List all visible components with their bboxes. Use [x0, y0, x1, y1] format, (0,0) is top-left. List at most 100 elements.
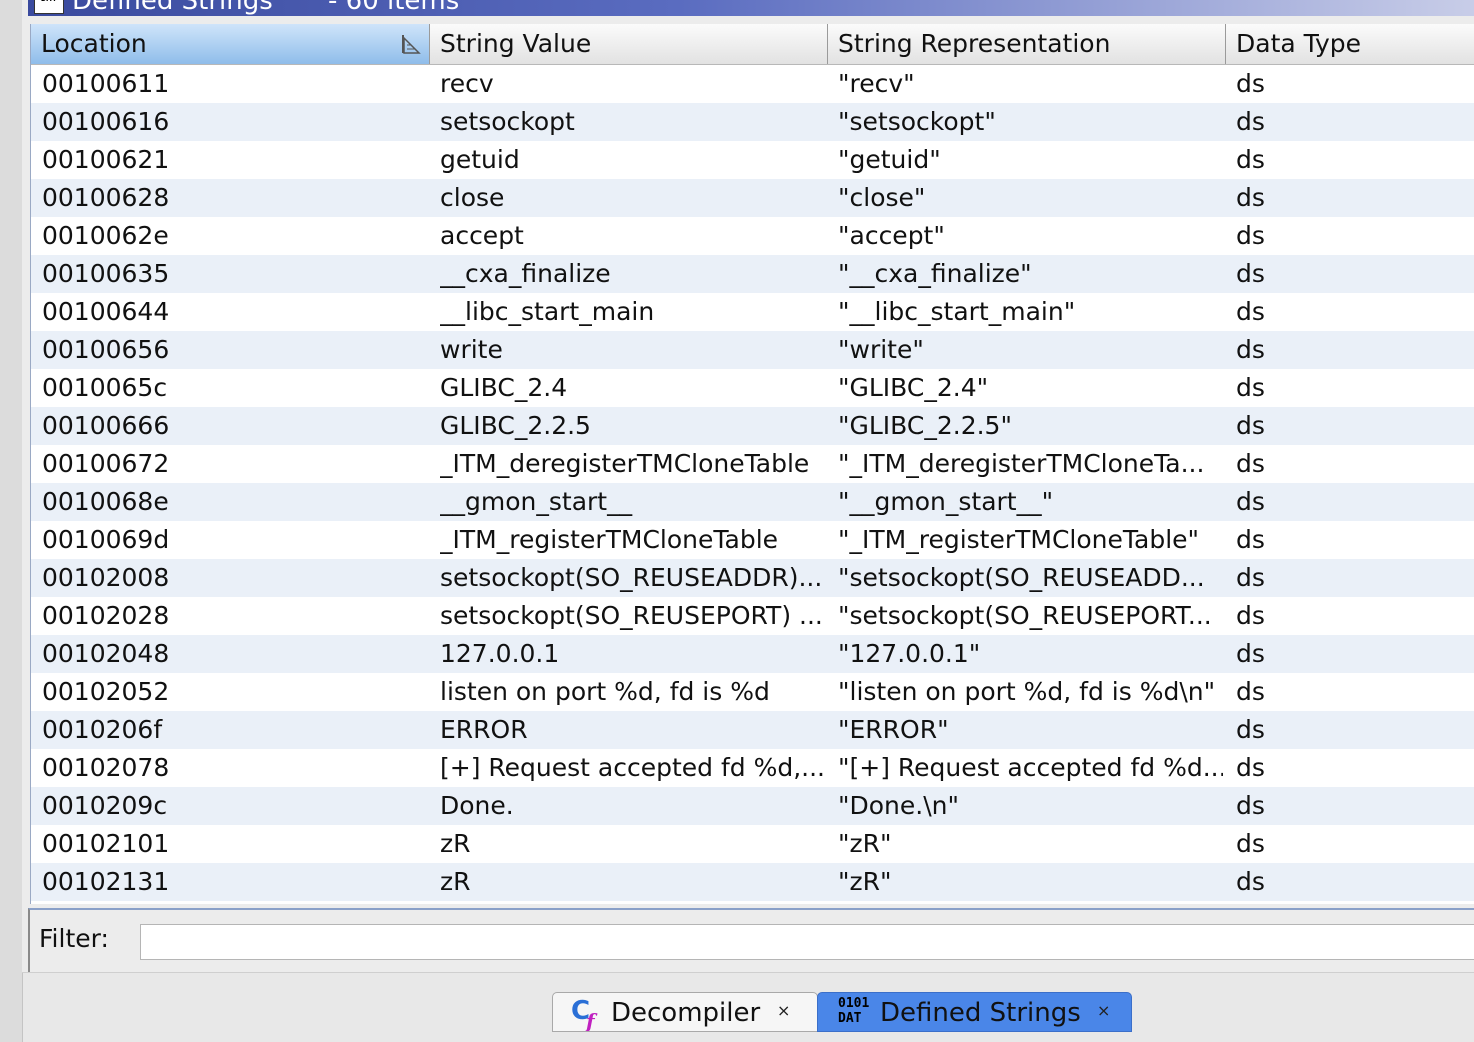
tab-decompiler[interactable]: C f Decompiler × — [552, 992, 818, 1032]
table-row[interactable]: 00100656 write "write" ds — [31, 331, 1474, 369]
svg-text:f: f — [584, 1009, 598, 1031]
cell-string-value: GLIBC_2.2.5 — [440, 411, 591, 440]
cell-data-type: ds — [1236, 639, 1265, 668]
cell-data-type: ds — [1236, 791, 1265, 820]
cell-data-type: ds — [1236, 563, 1265, 592]
table-row[interactable]: 0010062e accept "accept" ds — [31, 217, 1474, 255]
cell-location: 00102048 — [42, 639, 170, 668]
cell-location: 00100611 — [42, 69, 170, 98]
cell-data-type: ds — [1236, 373, 1265, 402]
table-row[interactable]: 00102028 setsockopt(SO_REUSEPORT) ... "set… — [31, 597, 1474, 635]
cell-data-type: ds — [1236, 297, 1265, 326]
column-header-data-type[interactable]: Data Type — [1226, 24, 1474, 64]
cell-string-value: [+] Request accepted fd %d,... — [440, 753, 825, 782]
column-header-string-value[interactable]: String Value — [430, 24, 828, 64]
cell-string-value: 127.0.0.1 — [440, 639, 560, 668]
cell-string-representation: "zR" — [838, 867, 892, 896]
tab-label: Decompiler — [611, 998, 761, 1028]
cell-string-value: setsockopt(SO_REUSEPORT) ... — [440, 601, 823, 630]
cell-string-value: __cxa_finalize — [440, 259, 611, 288]
cell-data-type: ds — [1236, 107, 1265, 136]
cell-string-representation: "127.0.0.1" — [838, 639, 981, 668]
panel-title-bar[interactable]: DAT Defined Strings - 60 items — [28, 0, 1474, 16]
table-row[interactable]: 00102131 zR "zR" ds — [31, 863, 1474, 901]
cell-string-representation: "close" — [838, 183, 926, 212]
dat-icon: 0101 DAT — [838, 996, 870, 1026]
cell-location: 0010065c — [42, 373, 168, 402]
cell-location: 00100616 — [42, 107, 170, 136]
table-row[interactable]: 0010209c Done. "Done.\n" ds — [31, 787, 1474, 825]
cell-location: 0010206f — [42, 715, 163, 744]
cell-string-value: write — [440, 335, 503, 364]
table-row[interactable]: 00100672 _ITM_deregisterTMCloneTable "_ITM… — [31, 445, 1474, 483]
cell-string-representation: "GLIBC_2.2.5" — [838, 411, 1012, 440]
cell-data-type: ds — [1236, 69, 1265, 98]
cell-data-type: ds — [1236, 601, 1265, 630]
close-icon[interactable]: × — [777, 997, 790, 1025]
table-row[interactable]: 00102052 listen on port %d, fd is %d "list… — [31, 673, 1474, 711]
table-row[interactable]: 00102078 [+] Request accepted fd %d,... "[… — [31, 749, 1474, 787]
cell-data-type: ds — [1236, 525, 1265, 554]
cell-data-type: ds — [1236, 487, 1265, 516]
cell-string-representation: "recv" — [838, 69, 915, 98]
table-row[interactable]: 00100644 __libc_start_main "__libc_start_m… — [31, 293, 1474, 331]
sort-ascending-icon[interactable] — [399, 33, 421, 55]
cell-location: 00102101 — [42, 829, 170, 858]
cell-string-value: __gmon_start__ — [440, 487, 633, 516]
table-row[interactable]: 00100628 close "close" ds — [31, 179, 1474, 217]
column-header-label: Location — [41, 29, 147, 58]
tab-defined-strings[interactable]: 0101 DAT Defined Strings × — [817, 992, 1132, 1032]
cell-location: 0010069d — [42, 525, 170, 554]
column-header-string-representation[interactable]: String Representation — [828, 24, 1226, 64]
cell-data-type: ds — [1236, 753, 1265, 782]
table-row[interactable]: 00100666 GLIBC_2.2.5 "GLIBC_2.2.5" ds — [31, 407, 1474, 445]
column-header-location[interactable]: Location — [31, 24, 430, 64]
cell-location: 00100672 — [42, 449, 170, 478]
cell-data-type: ds — [1236, 829, 1265, 858]
cell-string-value: zR — [440, 867, 471, 896]
cell-data-type: ds — [1236, 335, 1265, 364]
cell-location: 0010062e — [42, 221, 169, 250]
column-header-label: String Representation — [838, 29, 1111, 58]
table-row[interactable]: 00100616 setsockopt "setsockopt" ds — [31, 103, 1474, 141]
table-row[interactable]: 00102008 setsockopt(SO_REUSEADDR)... "sets… — [31, 559, 1474, 597]
table-row[interactable]: 00100635 __cxa_finalize "__cxa_finalize" ds — [31, 255, 1474, 293]
cell-location: 00100628 — [42, 183, 170, 212]
cell-string-value: recv — [440, 69, 494, 98]
cell-string-value: ERROR — [440, 715, 528, 744]
tab-label: Defined Strings — [880, 998, 1081, 1028]
cell-location: 00100656 — [42, 335, 170, 364]
cell-string-representation: "accept" — [838, 221, 945, 250]
cell-string-representation: "__cxa_finalize" — [838, 259, 1032, 288]
cell-string-representation: "setsockopt(SO_REUSEADD... — [838, 563, 1205, 592]
cell-location: 0010209c — [42, 791, 168, 820]
filter-input[interactable] — [140, 924, 1474, 960]
item-count: - 60 items — [328, 0, 460, 16]
cell-string-value: zR — [440, 829, 471, 858]
cell-string-representation: "listen on port %d, fd is %d\n" — [838, 677, 1216, 706]
table-row[interactable]: 00100621 getuid "getuid" ds — [31, 141, 1474, 179]
table-row[interactable]: 0010065c GLIBC_2.4 "GLIBC_2.4" ds — [31, 369, 1474, 407]
cell-location: 00100666 — [42, 411, 170, 440]
table-header: Location String Value String Representat… — [31, 24, 1474, 65]
cell-location: 00102078 — [42, 753, 170, 782]
cell-data-type: ds — [1236, 145, 1265, 174]
table-row[interactable]: 0010206f ERROR "ERROR" ds — [31, 711, 1474, 749]
cell-location: 00102008 — [42, 563, 170, 592]
cell-string-value: listen on port %d, fd is %d — [440, 677, 770, 706]
cell-data-type: ds — [1236, 867, 1265, 896]
cell-location: 00102052 — [42, 677, 170, 706]
table-row[interactable]: 0010069d _ITM_registerTMCloneTable "_ITM_r… — [31, 521, 1474, 559]
table-row[interactable]: 00102048 127.0.0.1 "127.0.0.1" ds — [31, 635, 1474, 673]
close-icon[interactable]: × — [1097, 997, 1110, 1025]
cell-string-value: _ITM_registerTMCloneTable — [440, 525, 779, 554]
table-row[interactable]: 00102101 zR "zR" ds — [31, 825, 1474, 863]
table-row[interactable]: 00100611 recv "recv" ds — [31, 65, 1474, 103]
cell-string-representation: "setsockopt" — [838, 107, 996, 136]
decompiler-icon: C f — [571, 996, 598, 1031]
cell-data-type: ds — [1236, 221, 1265, 250]
cell-data-type: ds — [1236, 259, 1265, 288]
cell-string-representation: "getuid" — [838, 145, 941, 174]
cell-location: 00102131 — [42, 867, 170, 896]
table-row[interactable]: 0010068e __gmon_start__ "__gmon_start__" ds — [31, 483, 1474, 521]
